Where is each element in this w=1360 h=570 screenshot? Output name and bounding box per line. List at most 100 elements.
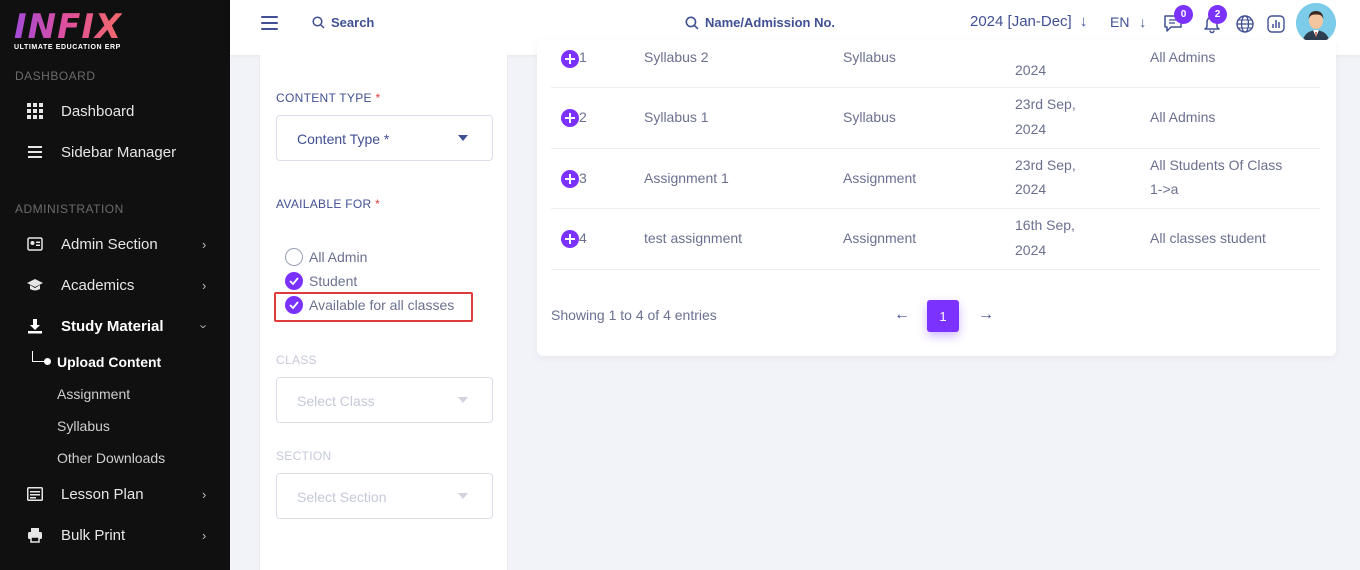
grid-icon (26, 102, 44, 120)
cell-title: Assignment 1 (644, 170, 729, 186)
website-button[interactable] (1235, 12, 1257, 34)
content-type-value: Content Type * (297, 131, 390, 147)
arrow-down-icon: ↓ (1139, 14, 1147, 30)
sidebar-subitem-assignment[interactable]: Assignment (57, 386, 130, 402)
section-label-dashboard: DASHBOARD (15, 69, 96, 83)
sidebar-item-label: Dashboard (61, 102, 135, 120)
avatar-image (1296, 3, 1336, 43)
sidebar-subitem-upload-content[interactable]: Upload Content (57, 354, 161, 370)
academic-year-selector[interactable]: 2024 [Jan-Dec] ↓ (970, 13, 1087, 30)
page-button-1[interactable]: 1 (927, 300, 959, 332)
cell-date-year: 2024 (1015, 121, 1047, 137)
section-label-administration: ADMINISTRATION (15, 202, 124, 216)
next-page-arrow-icon[interactable]: → (978, 306, 994, 324)
cell-available-for-line2: 1->a (1150, 181, 1179, 197)
sidebar-item-admin-section[interactable]: Admin Section › (0, 226, 230, 262)
notifications-button[interactable]: 2 (1201, 5, 1227, 34)
class-label: CLASS (276, 353, 317, 367)
upload-content-form: CONTENT TYPE * Content Type * AVAILABLE … (259, 55, 508, 570)
chevron-right-icon: › (202, 527, 207, 543)
logo[interactable]: INFIX ULTIMATE EDUCATION ERP (14, 8, 122, 51)
content-type-label: CONTENT TYPE * (276, 91, 381, 105)
messages-badge: 0 (1174, 5, 1193, 24)
expand-row-icon[interactable] (561, 170, 579, 188)
available-for-label: AVAILABLE FOR * (276, 197, 381, 211)
caret-down-icon (458, 397, 468, 403)
sidebar-item-bulk-print[interactable]: Bulk Print › (0, 517, 230, 553)
logo-tagline: ULTIMATE EDUCATION ERP (14, 44, 121, 51)
sidebar-item-dashboard[interactable]: Dashboard (0, 93, 230, 129)
sidebar-item-study-material[interactable]: Study Material › (0, 308, 230, 344)
cell-type: Assignment (843, 170, 917, 186)
content-type-select[interactable]: Content Type * (276, 115, 493, 161)
sidebar: INFIX ULTIMATE EDUCATION ERP DASHBOARD D… (0, 0, 230, 570)
cell-type: Syllabus (843, 49, 896, 65)
section-label: SECTION (276, 449, 332, 463)
chevron-right-icon: › (202, 277, 207, 293)
header-search[interactable]: Search (312, 15, 374, 30)
table-row: 4 test assignment Assignment 16th Sep, 2… (551, 209, 1320, 270)
chevron-right-icon: › (202, 486, 207, 502)
cell-sl: 2 (579, 109, 587, 125)
id-card-icon (26, 235, 44, 253)
content-list-card: 1 Syllabus 2 Syllabus 2024 All Admins 2 … (537, 40, 1336, 356)
messages-button[interactable]: 0 (1162, 5, 1193, 34)
table-row: 3 Assignment 1 Assignment 23rd Sep, 2024… (551, 149, 1320, 209)
hamburger-menu-icon[interactable] (261, 16, 278, 30)
sidebar-item-label: Sidebar Manager (61, 143, 177, 161)
radio-unchecked-icon (285, 248, 303, 266)
cell-date-year: 2024 (1015, 181, 1047, 197)
sidebar-item-label: Admin Section (61, 235, 158, 253)
expand-row-icon[interactable] (561, 109, 579, 127)
sidebar-item-academics[interactable]: Academics › (0, 267, 230, 303)
cell-date: 23rd Sep, (1015, 157, 1076, 173)
active-dot (44, 358, 51, 365)
sidebar-item-label: Academics (61, 276, 135, 294)
globe-icon (1236, 15, 1254, 33)
list-icon (26, 485, 44, 503)
sidebar-subitem-other-downloads[interactable]: Other Downloads (57, 450, 165, 466)
cell-title: Syllabus 2 (644, 49, 709, 65)
chevron-down-icon: › (196, 323, 212, 329)
section-placeholder: Select Section (297, 489, 387, 505)
sidebar-item-lesson-plan[interactable]: Lesson Plan › (0, 476, 230, 512)
expand-row-icon[interactable] (561, 230, 579, 248)
cell-available-for: All Admins (1150, 109, 1216, 125)
logo-text: INFIX (14, 7, 123, 47)
chevron-right-icon: › (202, 236, 207, 252)
class-select[interactable]: Select Class (276, 377, 493, 423)
reports-button[interactable] (1266, 12, 1288, 34)
section-select[interactable]: Select Section (276, 473, 493, 519)
option-label: Student (309, 273, 358, 289)
cell-title: test assignment (644, 230, 743, 246)
sidebar-item-label: Bulk Print (61, 526, 126, 544)
language-selector[interactable]: EN ↓ (1110, 14, 1146, 30)
admission-search[interactable]: Name/Admission No. (685, 15, 835, 30)
printer-icon (26, 526, 44, 544)
available-for-student[interactable]: Student (285, 272, 357, 290)
cell-type: Syllabus (843, 109, 896, 125)
table-row: 2 Syllabus 1 Syllabus 23rd Sep, 2024 All… (551, 88, 1320, 149)
prev-page-arrow-icon[interactable]: ← (894, 306, 910, 324)
menu-icon (26, 143, 44, 161)
search-label: Search (331, 15, 375, 30)
user-avatar[interactable] (1296, 3, 1336, 43)
download-icon (26, 317, 44, 335)
cell-sl: 1 (579, 49, 587, 65)
sidebar-subitem-syllabus[interactable]: Syllabus (57, 418, 110, 434)
available-for-all-admin[interactable]: All Admin (285, 248, 367, 266)
table-row: 1 Syllabus 2 Syllabus 2024 All Admins (551, 40, 1320, 88)
chart-icon (1267, 15, 1285, 33)
academic-year: 2024 [Jan-Dec] (970, 13, 1072, 30)
sidebar-item-label: Lesson Plan (61, 485, 144, 503)
highlight-box (274, 292, 473, 322)
cell-title: Syllabus 1 (644, 109, 709, 125)
search-icon (312, 16, 325, 29)
expand-row-icon[interactable] (561, 50, 579, 68)
sidebar-item-sidebar-manager[interactable]: Sidebar Manager (0, 134, 230, 170)
check-circle-icon (285, 272, 303, 290)
cell-sl: 3 (579, 170, 587, 186)
arrow-down-icon: ↓ (1079, 13, 1088, 30)
table-info: Showing 1 to 4 of 4 entries (551, 307, 717, 323)
graduation-cap-icon (26, 276, 44, 294)
